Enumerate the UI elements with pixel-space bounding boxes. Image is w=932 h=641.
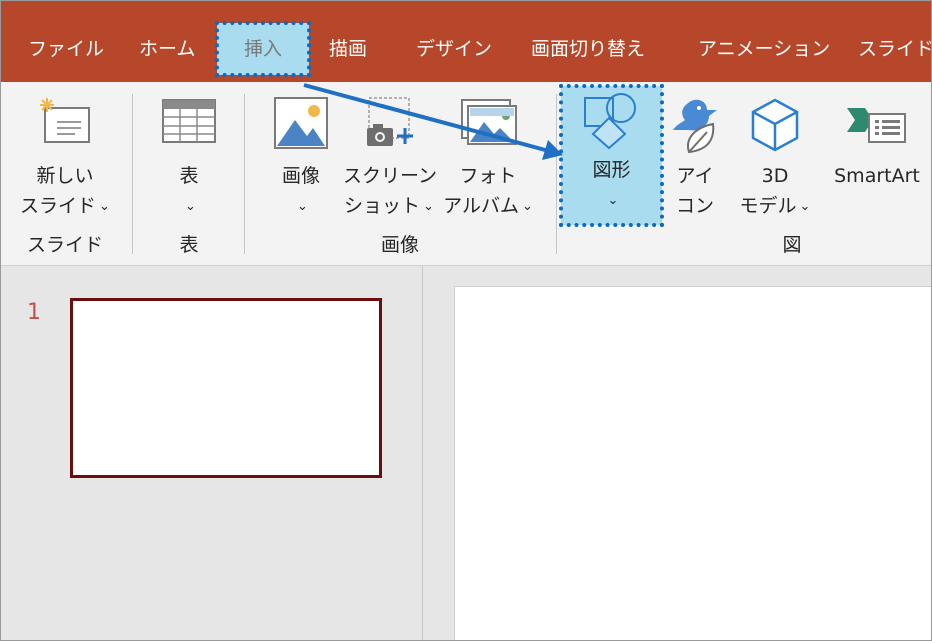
powerpoint-window: ファイル ホーム 挿入 描画 デザイン 画面切り替え アニメーション スライド <box>0 0 932 641</box>
chevron-down-icon: ⌄ <box>99 199 110 214</box>
tab-insert[interactable]: 挿入 <box>215 21 311 77</box>
smartart-icon <box>845 96 909 157</box>
smartart-button[interactable]: SmartArt <box>823 88 931 228</box>
tab-slideshow[interactable]: スライド <box>858 23 931 75</box>
3d-models-label-line2: モデル <box>739 195 797 217</box>
tab-animations[interactable]: アニメーション <box>698 23 830 75</box>
slide-canvas[interactable] <box>454 286 931 640</box>
3d-models-button[interactable]: 3D モデル ⌄ <box>729 88 821 228</box>
group-label-slides: スライド <box>26 234 103 256</box>
picture-icon <box>273 96 329 159</box>
chevron-down-icon: ⌄ <box>607 193 619 208</box>
new-slide-label-line1: 新しい <box>36 165 94 187</box>
table-icon <box>161 96 217 155</box>
ribbon-insert: 新しい スライド ⌄ スライド 表 ⌄ 表 画像 ⌄ スクリーン ショット ⌄ … <box>1 82 931 266</box>
picture-button[interactable]: 画像 ⌄ <box>259 88 343 228</box>
smartart-label: SmartArt <box>834 165 920 187</box>
table-label: 表 <box>179 165 199 187</box>
chevron-down-icon: ⌄ <box>297 199 308 214</box>
group-divider <box>244 94 245 254</box>
screenshot-label-line2: ショット <box>344 195 421 217</box>
group-label-images: 画像 <box>380 234 419 256</box>
picture-label: 画像 <box>281 165 320 187</box>
icons-button[interactable]: アイ コン <box>665 88 725 228</box>
new-slide-label-line2: スライド <box>20 195 97 217</box>
shapes-label: 図形 <box>592 159 631 181</box>
tab-file[interactable]: ファイル <box>28 23 104 75</box>
new-slide-button[interactable]: 新しい スライド ⌄ <box>15 88 115 228</box>
group-divider <box>132 94 133 254</box>
chevron-down-icon: ⌄ <box>185 199 196 214</box>
new-slide-icon <box>35 96 95 157</box>
screenshot-label-line1: スクリーン <box>343 165 438 187</box>
screenshot-icon <box>361 96 417 159</box>
chevron-down-icon: ⌄ <box>423 199 434 214</box>
icons-label-line1: アイ <box>676 165 714 187</box>
group-label-tables: 表 <box>179 234 199 256</box>
photo-album-label-line2: アルバム <box>443 195 519 217</box>
table-button[interactable]: 表 ⌄ <box>147 88 231 228</box>
icons-label-line2: コン <box>675 195 714 217</box>
slide-number: 1 <box>27 300 41 325</box>
tab-design[interactable]: デザイン <box>416 23 492 75</box>
group-divider <box>556 94 557 254</box>
slide-editor-area <box>423 266 931 640</box>
ribbon-tab-bar: ファイル ホーム 挿入 描画 デザイン 画面切り替え アニメーション スライド <box>1 1 931 82</box>
photo-album-label-line1: フォト <box>459 165 517 187</box>
photo-album-icon <box>458 96 518 157</box>
shapes-icon <box>581 92 643 159</box>
tab-draw[interactable]: 描画 <box>329 23 367 75</box>
shapes-button[interactable]: 図形 ⌄ <box>559 84 664 227</box>
bird-leaf-icon <box>667 96 723 165</box>
slide-thumbnail[interactable] <box>70 298 382 478</box>
photo-album-button[interactable]: フォト アルバム ⌄ <box>437 88 539 228</box>
tab-home[interactable]: ホーム <box>139 23 195 75</box>
chevron-down-icon: ⌄ <box>521 199 533 214</box>
chevron-down-icon: ⌄ <box>799 199 811 214</box>
cube-icon <box>747 96 803 163</box>
tab-transitions[interactable]: 画面切り替え <box>531 23 645 75</box>
screenshot-button[interactable]: スクリーン ショット ⌄ <box>343 88 438 228</box>
3d-models-label-line1: 3D <box>761 165 789 187</box>
group-label-illustrations: 図 <box>782 234 802 256</box>
slide-thumbnail-pane: 1 <box>1 266 422 640</box>
